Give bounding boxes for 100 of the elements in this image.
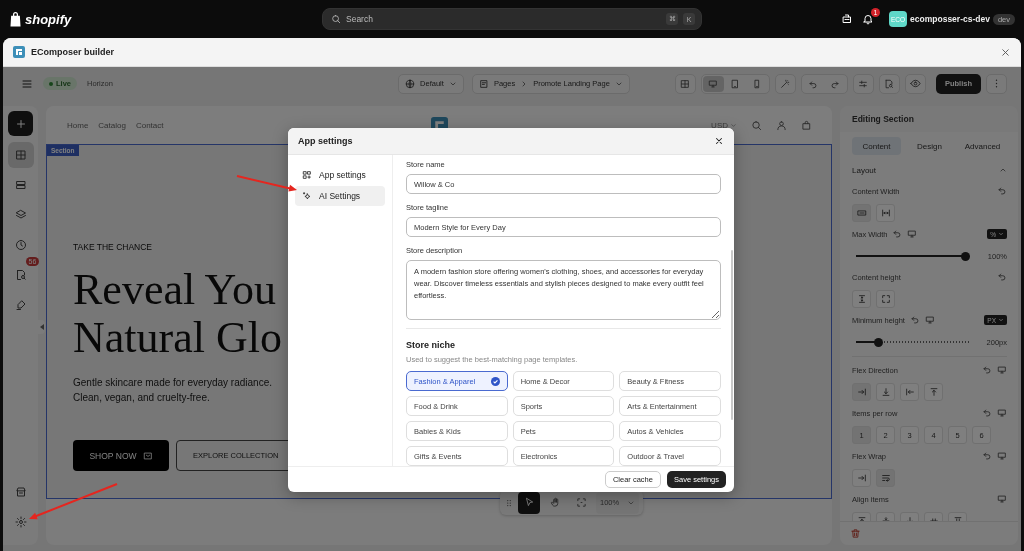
shop-now-button[interactable]: SHOP NOW (73, 440, 169, 471)
nav-link[interactable]: Contact (135, 120, 164, 130)
option-button[interactable] (852, 383, 871, 401)
section-heading: Layout (852, 165, 877, 175)
arrow-down-icon (880, 387, 891, 397)
option-button[interactable] (900, 383, 919, 401)
nav-item[interactable]: App settings (295, 165, 385, 185)
reset-icon[interactable] (982, 408, 992, 418)
dialog-title: App settings (298, 136, 353, 146)
desktop-icon (708, 78, 719, 89)
sparkle-icon (302, 191, 312, 201)
section-heading: Store niche (406, 339, 456, 352)
wand-icon (780, 78, 791, 89)
nav-link[interactable]: Home (67, 120, 89, 130)
scrollbar[interactable] (731, 250, 733, 420)
arrow-right-icon (856, 473, 867, 483)
tablet-icon (730, 78, 741, 89)
clock-icon (14, 239, 27, 251)
search-field[interactable]: Search (346, 14, 661, 24)
hero-text: Gentle skincare made for everyday radiance. Clean, vegan, and cruelty-free. (73, 376, 272, 405)
focus-icon (575, 497, 587, 508)
window-title: EComposer builder (31, 47, 114, 57)
store-name[interactable]: ecomposser-cs-dev (910, 14, 990, 24)
width-fit-icon (856, 208, 867, 218)
wrap-icon (880, 473, 891, 483)
close-button[interactable] (714, 136, 724, 146)
option-button[interactable] (852, 469, 871, 487)
option-button[interactable] (876, 469, 895, 487)
close-icon (1000, 46, 1011, 58)
option-button[interactable] (876, 204, 895, 222)
add-button[interactable] (8, 111, 33, 136)
mail-icon (142, 450, 153, 461)
sliders-icon (858, 78, 869, 89)
desktop-view-button[interactable] (702, 75, 724, 92)
settings-button[interactable] (852, 73, 874, 94)
desktop-icon[interactable] (997, 451, 1007, 461)
collapse-button[interactable] (999, 166, 1007, 174)
close-button[interactable] (1000, 46, 1011, 58)
arrow-left-icon (904, 387, 915, 397)
delete-button[interactable] (850, 528, 861, 539)
check-icon (490, 376, 500, 386)
slider-thumb[interactable] (873, 337, 883, 347)
option-button[interactable] (852, 290, 871, 308)
reset-icon[interactable] (982, 365, 992, 375)
tab[interactable]: Content (852, 137, 901, 155)
reset-icon[interactable] (892, 229, 903, 239)
bag-icon (801, 119, 812, 131)
desktop-icon[interactable] (907, 229, 918, 239)
magic-button[interactable] (774, 73, 796, 94)
desktop-icon[interactable] (924, 315, 935, 325)
close-icon (714, 136, 724, 146)
option-button[interactable] (876, 290, 895, 308)
desktop-icon[interactable] (997, 408, 1007, 418)
hand-icon (549, 497, 561, 508)
reset-icon[interactable] (997, 272, 1007, 282)
search-icon (331, 14, 341, 24)
menu-button[interactable] (21, 77, 33, 90)
reset-icon[interactable] (909, 315, 920, 325)
redo-icon (830, 78, 841, 89)
slider-thumb[interactable] (961, 251, 970, 261)
desktop-icon[interactable] (997, 494, 1007, 504)
preview-button[interactable] (904, 73, 926, 94)
pointer-icon (523, 497, 535, 508)
nav-item[interactable]: AI Settings (295, 186, 385, 206)
bell-icon (862, 13, 875, 25)
reset-icon[interactable] (997, 186, 1007, 196)
desktop-icon[interactable] (997, 365, 1007, 375)
expand-icon (880, 294, 891, 304)
tab[interactable]: Design (905, 137, 954, 155)
arrow-right-icon (856, 387, 867, 397)
search-document-icon (884, 78, 895, 89)
option-button[interactable] (924, 383, 943, 401)
fit-height-icon (856, 294, 867, 304)
menu-icon (21, 77, 33, 90)
tab[interactable]: Advanced (958, 137, 1007, 155)
chevron-down-icon (730, 121, 737, 129)
pointer-tool[interactable] (518, 491, 540, 514)
reset-icon[interactable] (982, 451, 992, 461)
chevron-down-icon (998, 231, 1004, 237)
layout-button[interactable] (7, 142, 34, 168)
settings-icon (14, 516, 27, 528)
search-document-icon (14, 269, 27, 281)
collapse-handle[interactable] (38, 320, 45, 334)
rows-icon (14, 179, 27, 191)
page-icon (478, 78, 489, 89)
undo-icon (808, 78, 819, 89)
slider[interactable] (856, 251, 970, 261)
panel-title: Editing Section (851, 113, 915, 126)
layout-icon (14, 149, 27, 161)
globe-icon (405, 78, 416, 89)
annotation-arrow (236, 175, 297, 192)
inspect-button[interactable] (878, 73, 900, 94)
arrow-up-icon (928, 387, 939, 397)
option-button[interactable] (852, 204, 871, 222)
outline-button[interactable] (674, 73, 696, 94)
option-button[interactable] (876, 383, 895, 401)
search-icon (751, 119, 762, 131)
full-width-icon (880, 208, 891, 218)
nav-link[interactable]: Catalog (98, 120, 126, 130)
chevron-up-icon (999, 166, 1007, 174)
